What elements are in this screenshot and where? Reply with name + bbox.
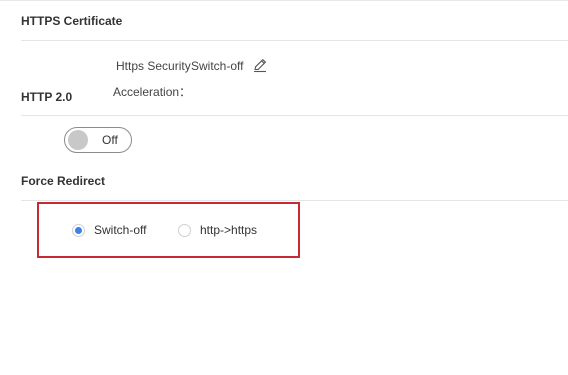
https-security-value: Switch-off bbox=[191, 59, 244, 73]
https-certificate-title: HTTPS Certificate bbox=[21, 14, 123, 28]
radio-circle bbox=[178, 224, 191, 237]
force-redirect-title: Force Redirect bbox=[21, 174, 106, 188]
radio-selected-dot bbox=[75, 227, 82, 234]
pencil-icon[interactable] bbox=[252, 57, 268, 73]
toggle-knob bbox=[68, 130, 88, 150]
top-border bbox=[0, 0, 568, 1]
radio-label: Switch-off bbox=[94, 223, 147, 237]
toggle-label: Off bbox=[102, 133, 118, 147]
acceleration-label: Acceleration： bbox=[113, 85, 192, 99]
divider bbox=[21, 200, 568, 201]
divider bbox=[21, 40, 568, 41]
radio-label: http->https bbox=[200, 223, 258, 237]
radio-circle bbox=[72, 224, 85, 237]
http2-toggle[interactable]: Off bbox=[64, 127, 132, 153]
https-security-label: Https Security bbox=[116, 59, 191, 73]
divider bbox=[21, 115, 568, 116]
http2-title: HTTP 2.0 bbox=[21, 90, 73, 104]
